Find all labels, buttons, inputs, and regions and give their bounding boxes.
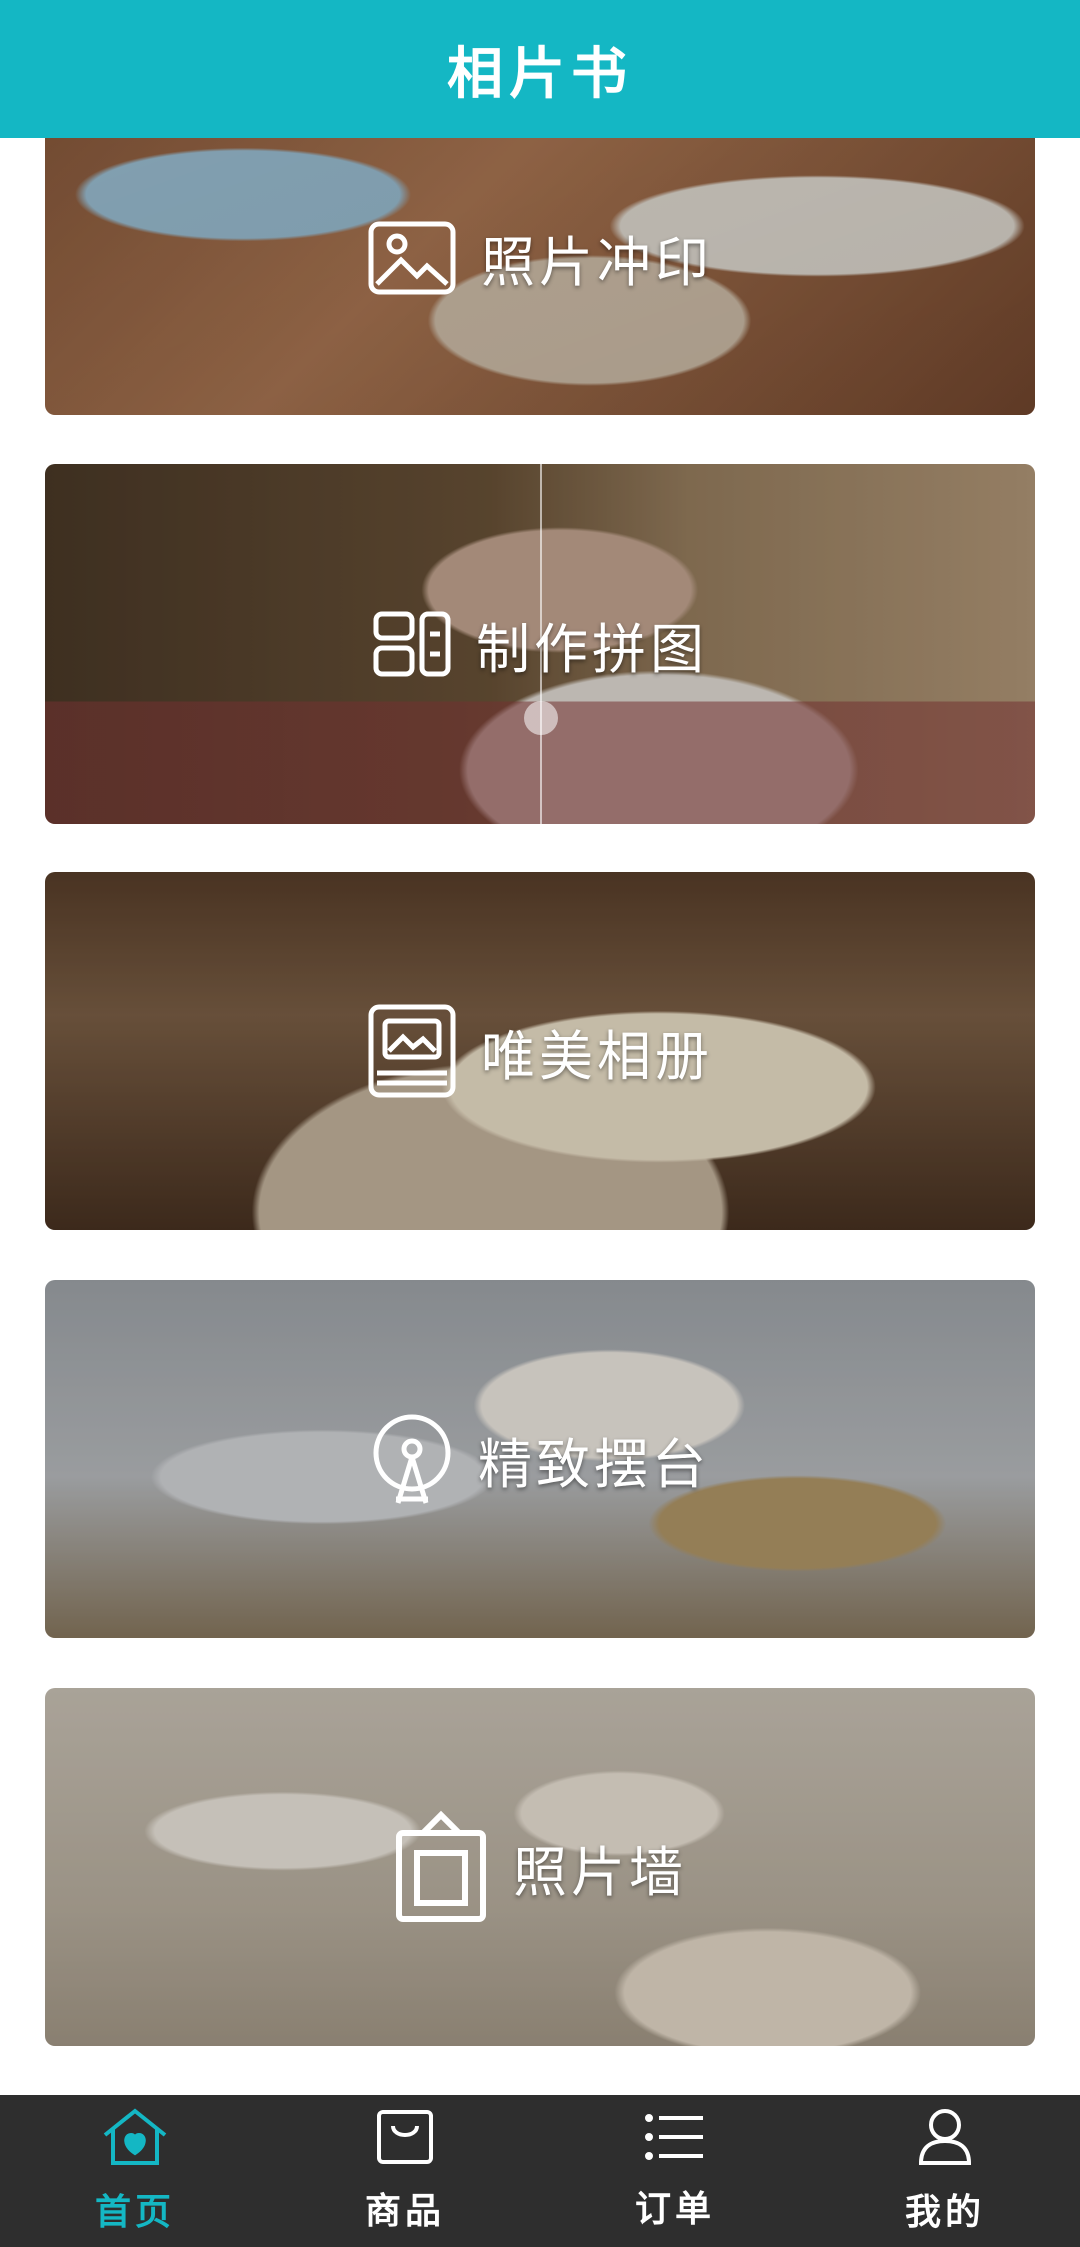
card-label: 制作拼图 [476, 617, 708, 681]
card-label: 精致摆台 [478, 1432, 710, 1496]
tab-label: 商品 [364, 2190, 445, 2232]
page-title: 相片书 [447, 40, 633, 107]
tab-home[interactable]: 首页 [0, 2095, 270, 2247]
card-album[interactable]: 唯美相册 [45, 872, 1035, 1230]
card-photo-wall[interactable]: 照片墙 [45, 1688, 1035, 2046]
album-icon [367, 1003, 457, 1099]
tab-label: 我的 [904, 2191, 985, 2233]
tab-orders[interactable]: 订单 [540, 2095, 810, 2247]
shopping-bag-icon [375, 2108, 435, 2170]
card-label: 照片冲印 [481, 231, 713, 294]
photo-print-icon [367, 220, 457, 296]
card-label: 唯美相册 [481, 1024, 713, 1088]
tab-products[interactable]: 商品 [270, 2095, 540, 2247]
tab-label: 订单 [634, 2188, 715, 2230]
tab-label: 首页 [94, 2191, 175, 2233]
user-icon [917, 2107, 973, 2171]
tab-mine[interactable]: 我的 [810, 2095, 1080, 2247]
bottom-tab-bar: 首页 商品 订单 我的 [0, 2095, 1080, 2247]
card-collage[interactable]: 制作拼图 [45, 464, 1035, 824]
collage-icon [372, 610, 452, 678]
card-label: 照片墙 [513, 1840, 687, 1904]
list-icon [643, 2110, 707, 2168]
app-header: 相片书 [0, 0, 1080, 138]
photo-wall-icon [393, 1809, 489, 1925]
card-photo-stand[interactable]: 精致摆台 [45, 1280, 1035, 1638]
home-icon [101, 2107, 169, 2171]
slider-knob [524, 701, 558, 735]
photo-stand-icon [370, 1411, 454, 1507]
card-photo-print[interactable]: 照片冲印 [45, 100, 1035, 415]
